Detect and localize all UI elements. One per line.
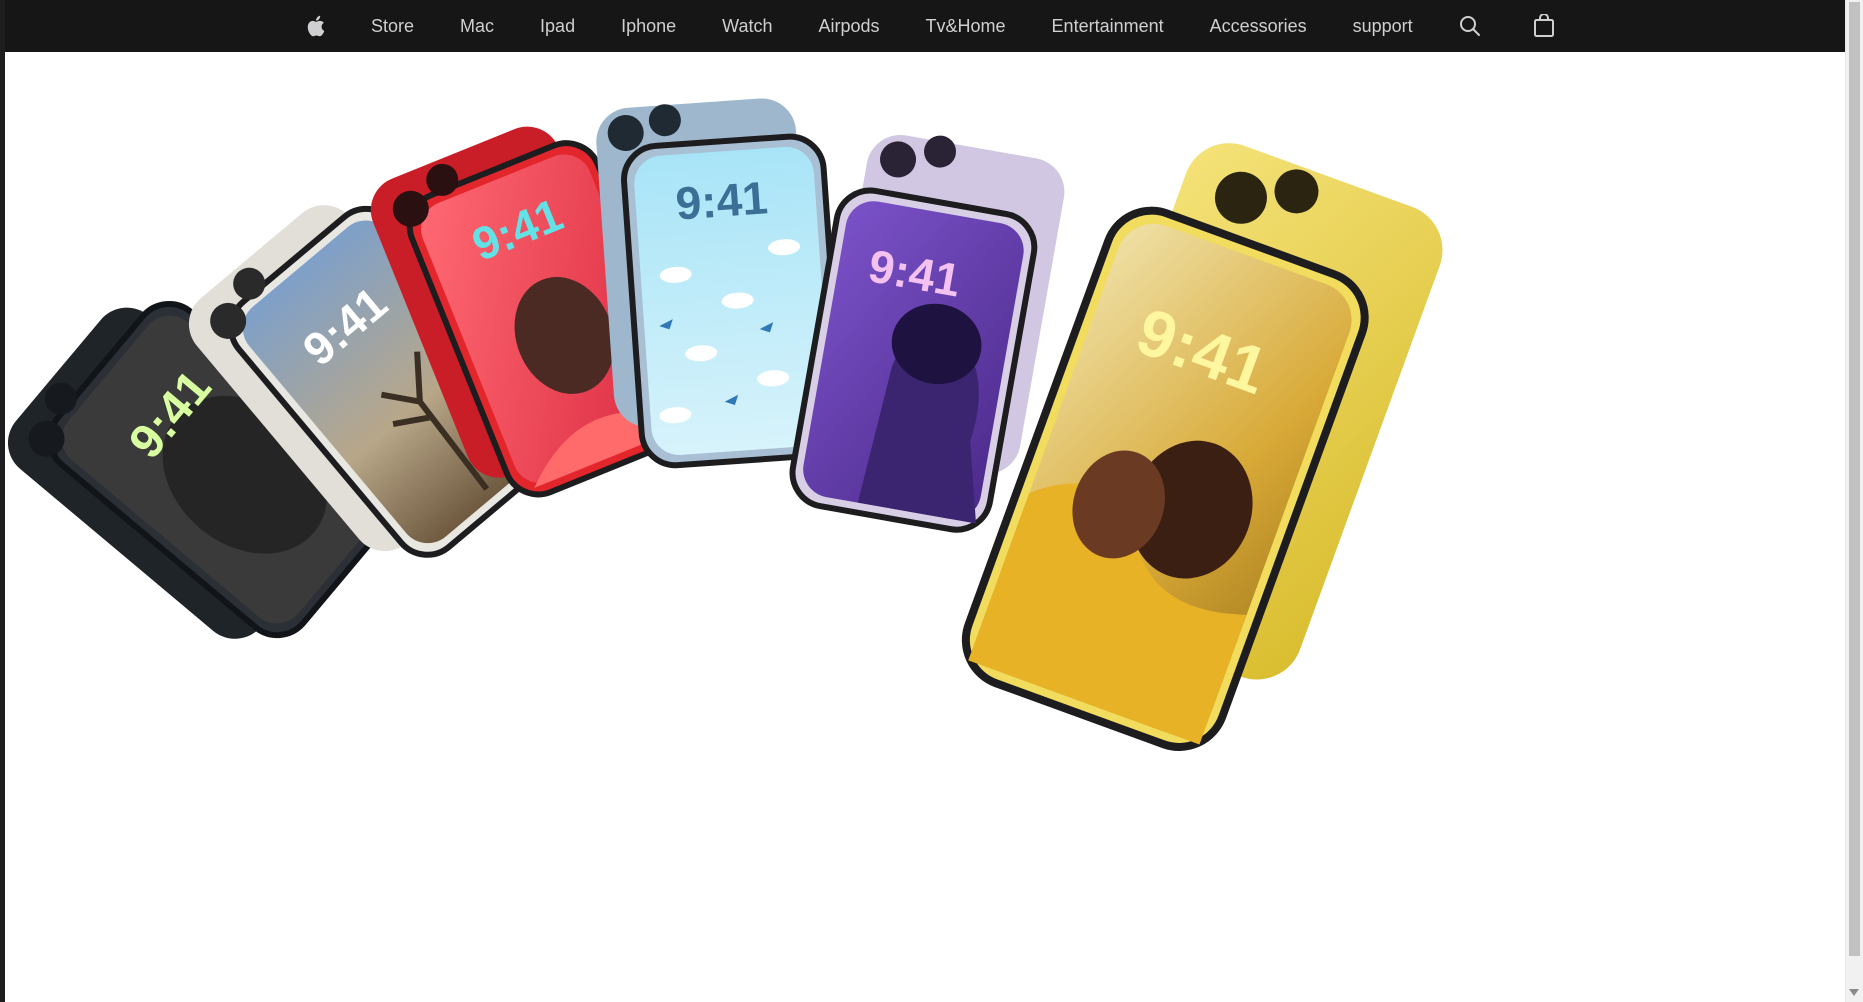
nav-watch[interactable]: Watch	[722, 16, 772, 37]
nav-mac[interactable]: Mac	[460, 16, 494, 37]
nav-entertainment[interactable]: Entertainment	[1052, 16, 1164, 37]
nav-ipad[interactable]: Ipad	[540, 16, 575, 37]
scrollbar-thumb[interactable]	[1849, 2, 1860, 956]
hero-product-image: 9:41 9:41 9:41 9:41 9:41 9:41	[5, 52, 1846, 1002]
apple-logo-icon[interactable]	[305, 13, 327, 39]
iphone-lineup-illustration: 9:41 9:41 9:41 9:41 9:41 9:41	[7, 98, 1443, 751]
global-nav: Store Mac Ipad Iphone Watch Airpods Tv&H…	[5, 0, 1846, 52]
nav-support[interactable]: support	[1353, 16, 1413, 37]
nav-store[interactable]: Store	[371, 16, 414, 37]
nav-items: Store Mac Ipad Iphone Watch Airpods Tv&H…	[305, 0, 1607, 52]
nav-accessories[interactable]: Accessories	[1210, 16, 1307, 37]
bag-icon[interactable]	[1533, 14, 1555, 38]
search-icon[interactable]	[1459, 15, 1481, 37]
nav-airpods[interactable]: Airpods	[819, 16, 880, 37]
nav-iphone[interactable]: Iphone	[621, 16, 676, 37]
nav-tv-home[interactable]: Tv&Home	[926, 16, 1006, 37]
scroll-down-arrow-icon[interactable]	[1849, 989, 1859, 996]
lock-time-4: 9:41	[674, 171, 769, 229]
vertical-scrollbar[interactable]	[1845, 0, 1863, 1002]
